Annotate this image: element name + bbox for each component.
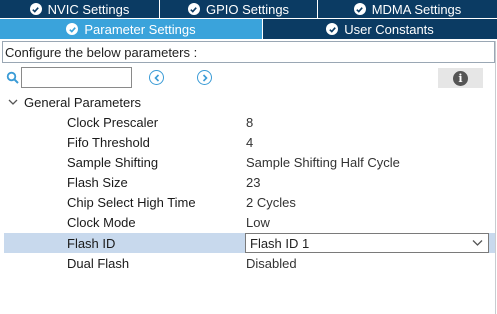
param-value: Disabled (246, 255, 297, 271)
tab-label: GPIO Settings (205, 1, 290, 17)
param-row-flash-size[interactable]: Flash Size 23 (4, 172, 495, 192)
param-row-dual-flash[interactable]: Dual Flash Disabled (4, 253, 495, 273)
tab-label: MDMA Settings (371, 1, 462, 17)
tab-row-bottom: Parameter Settings User Constants (0, 19, 497, 39)
param-name: Flash ID (67, 235, 116, 251)
info-button[interactable]: i (438, 68, 483, 88)
param-value: 23 (246, 174, 261, 190)
param-name: Clock Prescaler (67, 114, 159, 130)
check-circle-icon (187, 3, 200, 15)
description-text: Configure the below parameters : (5, 44, 198, 60)
group-general-parameters[interactable]: General Parameters (8, 93, 141, 111)
param-value: Low (246, 214, 270, 230)
tab-user-constants[interactable]: User Constants (263, 19, 497, 39)
info-icon: i (453, 70, 468, 86)
param-row-clock-prescaler[interactable]: Clock Prescaler 8 (4, 112, 495, 132)
param-value: Sample Shifting Half Cycle (246, 154, 400, 170)
tab-mdma-settings[interactable]: MDMA Settings (318, 0, 497, 18)
param-name: Sample Shifting (67, 154, 159, 170)
search-icon (6, 71, 19, 84)
check-circle-icon (326, 23, 339, 35)
search-input[interactable] (21, 67, 132, 88)
tab-label: User Constants (344, 21, 434, 37)
param-value: 4 (246, 134, 254, 150)
search-previous-button[interactable] (149, 70, 164, 85)
tab-gpio-settings[interactable]: GPIO Settings (160, 0, 318, 18)
param-row-chip-select-high-time[interactable]: Chip Select High Time 2 Cycles (4, 192, 495, 212)
param-name: Chip Select High Time (67, 194, 196, 210)
chevron-left-icon (153, 73, 159, 82)
param-name: Fifo Threshold (67, 134, 150, 150)
param-name: Clock Mode (67, 214, 136, 230)
param-row-clock-mode[interactable]: Clock Mode Low (4, 212, 495, 232)
tab-label: Parameter Settings (84, 21, 196, 37)
param-row-sample-shifting[interactable]: Sample Shifting Sample Shifting Half Cyc… (4, 152, 495, 172)
check-circle-icon (29, 3, 42, 15)
select-value: Flash ID 1 (250, 235, 310, 251)
param-name: Flash Size (67, 174, 128, 190)
group-label: General Parameters (24, 94, 142, 110)
param-value: 8 (246, 114, 254, 130)
param-row-flash-id[interactable]: Flash ID Flash ID 1 (4, 233, 495, 253)
chevron-down-icon (8, 99, 18, 105)
panel-right-border (495, 41, 496, 314)
chevron-down-icon (472, 240, 483, 246)
tab-nvic-settings[interactable]: NVIC Settings (0, 0, 160, 18)
description-box: Configure the below parameters : (2, 41, 495, 63)
param-name: Dual Flash (67, 255, 130, 271)
param-row-fifo-threshold[interactable]: Fifo Threshold 4 (4, 132, 495, 152)
check-circle-icon (353, 3, 366, 15)
tab-label: NVIC Settings (47, 1, 130, 17)
check-circle-icon (66, 23, 79, 35)
flash-id-select[interactable]: Flash ID 1 (245, 233, 489, 253)
chevron-right-icon (202, 73, 208, 82)
tab-row-top: NVIC Settings GPIO Settings MDMA Setting… (0, 0, 497, 18)
search-next-button[interactable] (197, 70, 212, 85)
param-value: 2 Cycles (246, 194, 296, 210)
tab-parameter-settings[interactable]: Parameter Settings (0, 19, 263, 39)
